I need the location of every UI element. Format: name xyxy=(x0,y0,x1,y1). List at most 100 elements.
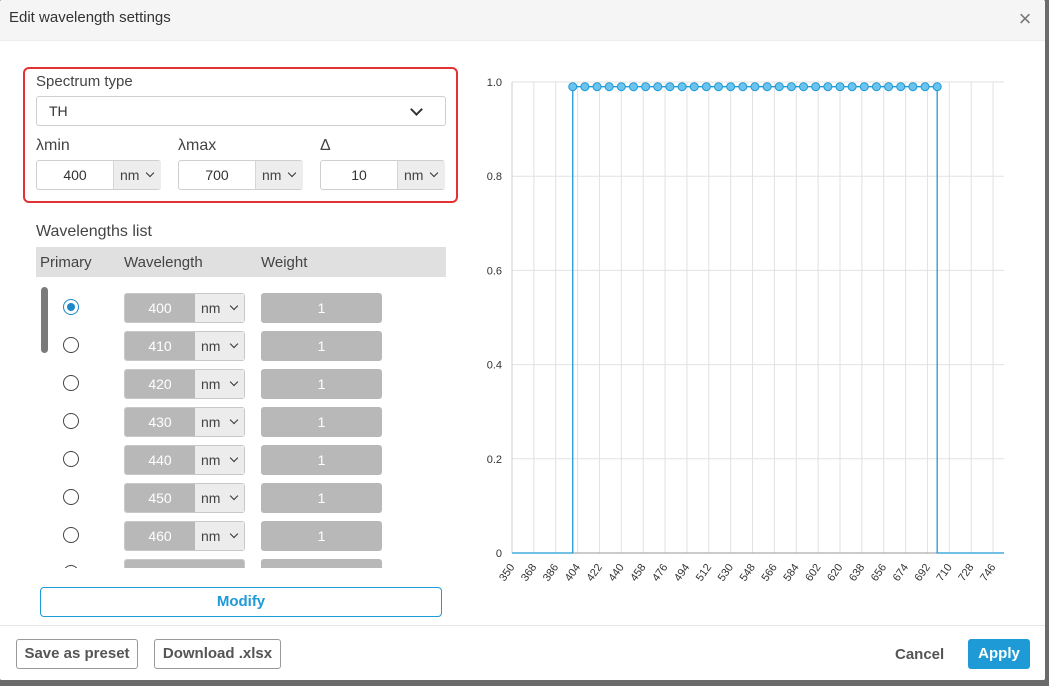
x-tick-label: 512 xyxy=(694,562,714,584)
y-tick-label: 1.0 xyxy=(487,77,502,89)
wavelength-row: 410 nm 1 xyxy=(36,331,446,361)
data-point xyxy=(689,82,699,92)
wavelength-field: 400 nm xyxy=(124,293,245,323)
weight-input[interactable]: 1 xyxy=(261,445,382,475)
weight-input[interactable]: 1 xyxy=(261,369,382,399)
wavelengths-list[interactable]: 400 nm 1 410 nm 1 420 nm 1 430 nm 1 440 nm 1 450 nm 1 460 n… xyxy=(36,285,446,568)
chevron-down-icon xyxy=(229,339,239,349)
weight-input[interactable]: 1 xyxy=(261,483,382,513)
wavelength-field: 440 nm xyxy=(124,445,245,475)
lambda-min-unit-select[interactable]: nm xyxy=(113,161,161,189)
lambda-max-unit-select[interactable]: nm xyxy=(255,161,303,189)
wavelength-unit-select[interactable]: nm xyxy=(195,332,244,360)
wavelength-input[interactable]: 430 xyxy=(125,408,195,436)
wavelength-unit-select[interactable]: nm xyxy=(195,408,244,436)
x-tick-label: 476 xyxy=(650,562,670,584)
wavelength-input[interactable]: 410 xyxy=(125,332,195,360)
modify-button[interactable]: Modify xyxy=(40,587,442,617)
x-tick-label: 656 xyxy=(869,562,889,584)
primary-radio[interactable] xyxy=(63,337,79,353)
close-icon[interactable]: × xyxy=(1014,8,1036,31)
weight-input[interactable]: 1 xyxy=(261,293,382,323)
download-xlsx-button[interactable]: Download .xlsx xyxy=(154,639,281,669)
y-tick-label: 0.4 xyxy=(487,360,502,372)
x-tick-label: 548 xyxy=(738,562,758,584)
primary-radio[interactable] xyxy=(63,451,79,467)
save-as-preset-button[interactable]: Save as preset xyxy=(16,639,138,669)
primary-radio[interactable] xyxy=(63,527,79,543)
primary-radio[interactable] xyxy=(63,299,79,315)
apply-button[interactable]: Apply xyxy=(968,639,1030,669)
data-point xyxy=(811,82,821,92)
wavelength-field: 420 nm xyxy=(124,369,245,399)
wavelength-settings-dialog: Edit wavelength settings × Spectrum type… xyxy=(0,0,1045,680)
delta-unit-select[interactable]: nm xyxy=(397,161,445,189)
data-point xyxy=(726,82,736,92)
data-point xyxy=(714,82,724,92)
data-point xyxy=(871,82,881,92)
lambda-max-field: 700 nm xyxy=(178,160,303,190)
x-tick-label: 458 xyxy=(628,562,648,584)
weight-input[interactable] xyxy=(261,559,382,568)
x-tick-label: 350 xyxy=(497,562,517,584)
primary-radio[interactable] xyxy=(63,565,79,568)
y-tick-label: 0.8 xyxy=(487,171,502,183)
weight-input[interactable]: 1 xyxy=(261,407,382,437)
primary-radio[interactable] xyxy=(63,375,79,391)
x-tick-label: 584 xyxy=(781,562,801,584)
data-point xyxy=(580,82,590,92)
delta-label: Δ xyxy=(320,137,331,154)
wavelength-row: 400 nm 1 xyxy=(36,293,446,323)
chevron-down-icon xyxy=(229,301,239,311)
data-point xyxy=(847,82,857,92)
lambda-max-input[interactable]: 700 xyxy=(179,161,255,189)
lambda-min-input[interactable]: 400 xyxy=(37,161,113,189)
chevron-down-icon xyxy=(410,103,423,116)
wavelength-row: 430 nm 1 xyxy=(36,407,446,437)
wavelength-input[interactable]: 450 xyxy=(125,484,195,512)
wavelength-unit-select[interactable]: nm xyxy=(195,370,244,398)
unit-label: nm xyxy=(201,338,221,354)
wavelength-row: 450 nm 1 xyxy=(36,483,446,513)
data-point xyxy=(884,82,894,92)
wavelength-unit-select[interactable]: nm xyxy=(195,484,244,512)
primary-radio[interactable] xyxy=(63,413,79,429)
data-point xyxy=(677,82,687,92)
x-tick-label: 602 xyxy=(803,562,823,584)
data-point xyxy=(786,82,796,92)
wavelength-input[interactable]: 400 xyxy=(125,294,195,322)
data-point xyxy=(701,82,711,92)
dialog-footer: Save as preset Download .xlsx Cancel App… xyxy=(0,625,1045,680)
data-point xyxy=(665,82,675,92)
unit-label: nm xyxy=(201,528,221,544)
x-tick-label: 368 xyxy=(519,562,539,584)
data-point xyxy=(653,82,663,92)
unit-label: nm xyxy=(201,414,221,430)
data-point xyxy=(896,82,906,92)
chevron-down-icon xyxy=(229,453,239,463)
data-point xyxy=(774,82,784,92)
wavelength-input[interactable]: 420 xyxy=(125,370,195,398)
cancel-button[interactable]: Cancel xyxy=(895,646,944,663)
x-tick-label: 620 xyxy=(825,562,845,584)
spectrum-type-select[interactable]: TH xyxy=(36,96,446,126)
unit-label: nm xyxy=(404,167,424,183)
wavelength-field: 450 nm xyxy=(124,483,245,513)
wavelength-input[interactable]: 460 xyxy=(125,522,195,550)
unit-label: nm xyxy=(201,452,221,468)
data-point xyxy=(641,82,651,92)
chevron-down-icon xyxy=(287,168,297,178)
primary-radio[interactable] xyxy=(63,489,79,505)
chevron-down-icon xyxy=(145,168,155,178)
wavelength-unit-select[interactable]: nm xyxy=(195,446,244,474)
x-tick-label: 674 xyxy=(891,562,911,584)
data-point xyxy=(616,82,626,92)
unit-label: nm xyxy=(201,300,221,316)
x-tick-label: 494 xyxy=(672,562,692,584)
wavelength-unit-select[interactable]: nm xyxy=(195,294,244,322)
delta-input[interactable]: 10 xyxy=(321,161,397,189)
weight-input[interactable]: 1 xyxy=(261,331,382,361)
wavelength-input[interactable]: 440 xyxy=(125,446,195,474)
weight-input[interactable]: 1 xyxy=(261,521,382,551)
wavelength-unit-select[interactable]: nm xyxy=(195,522,244,550)
